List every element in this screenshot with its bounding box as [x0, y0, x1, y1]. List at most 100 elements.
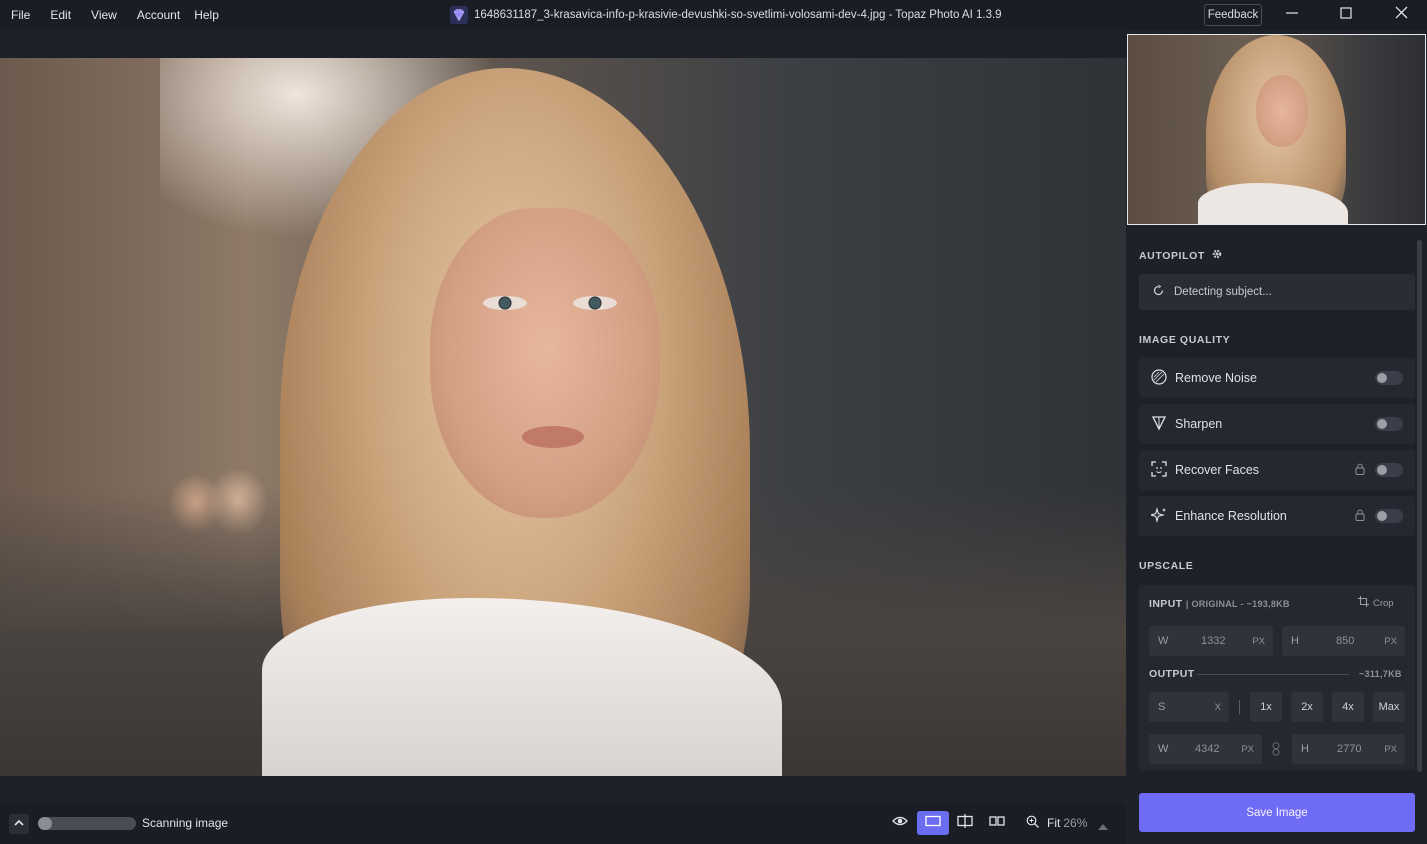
title-bar: File Edit View Account Help 1648631187_3…	[0, 0, 1427, 30]
menu-view[interactable]: View	[91, 8, 117, 22]
topaz-logo-icon	[450, 6, 468, 24]
feature-sharpen[interactable]: Sharpen	[1139, 404, 1415, 444]
window-title-text: 1648631187_3-krasavica-info-p-krasivie-d…	[474, 9, 1002, 21]
feature-label: Sharpen	[1175, 417, 1223, 431]
zoom-menu-caret-icon[interactable]	[1098, 818, 1108, 836]
output-height-value: 2770	[1337, 743, 1362, 755]
preview-photo[interactable]	[0, 58, 1126, 776]
scan-progress-bar	[38, 817, 136, 830]
output-divider	[1197, 674, 1349, 675]
recover-faces-toggle[interactable]	[1375, 463, 1403, 477]
loading-spinner-icon	[1153, 284, 1164, 299]
save-image-button[interactable]: Save Image	[1139, 793, 1415, 832]
preview-toggle-button[interactable]	[884, 811, 916, 835]
feature-enhance-resolution[interactable]: Enhance Resolution	[1139, 496, 1415, 536]
image-quality-title: IMAGE QUALITY	[1139, 334, 1231, 346]
input-width-label: W	[1158, 635, 1169, 647]
thumbnail-face	[1256, 75, 1308, 147]
menu-file[interactable]: File	[11, 8, 30, 22]
navigator-thumbnail[interactable]	[1127, 34, 1426, 225]
zoom-fit-label: Fit	[1047, 816, 1061, 830]
input-header: INPUT | ORIGINAL - ~193,8KB	[1149, 598, 1290, 610]
autopilot-status: Detecting subject...	[1139, 274, 1415, 310]
feature-label: Remove Noise	[1175, 371, 1257, 385]
zoom-percent: 26%	[1063, 816, 1088, 830]
input-original-size: | ORIGINAL - ~193,8KB	[1185, 599, 1290, 609]
split-view-button[interactable]	[949, 811, 981, 835]
input-width-value: 1332	[1201, 635, 1226, 647]
minimize-button[interactable]	[1269, 0, 1315, 30]
close-button[interactable]	[1378, 0, 1424, 30]
scale-separator	[1239, 700, 1240, 714]
autopilot-title: AUTOPILOT	[1139, 249, 1205, 262]
photo-subject-face	[430, 208, 660, 518]
side-by-side-view-button[interactable]	[981, 811, 1013, 835]
scan-progress-fill	[38, 817, 52, 830]
lock-icon	[1355, 509, 1365, 524]
panel-scrollbar[interactable]	[1417, 240, 1422, 772]
output-width-label: W	[1158, 743, 1169, 755]
remove-noise-toggle[interactable]	[1375, 371, 1403, 385]
split-view-icon	[957, 813, 973, 833]
side-by-side-icon	[989, 814, 1005, 832]
feature-label: Enhance Resolution	[1175, 509, 1287, 523]
scale-2x-button[interactable]: 2x	[1291, 692, 1323, 722]
sharpen-toggle[interactable]	[1375, 417, 1403, 431]
scan-status-text: Scanning image	[142, 816, 229, 830]
input-height-value: 850	[1336, 635, 1355, 647]
minimize-icon	[1286, 6, 1298, 24]
input-height-label: H	[1291, 635, 1299, 647]
menu-help[interactable]: Help	[194, 8, 219, 22]
feature-remove-noise[interactable]: Remove Noise	[1139, 358, 1415, 398]
output-size: ~311,7KB	[1359, 669, 1402, 679]
single-view-button[interactable]	[917, 811, 949, 835]
output-width-unit: PX	[1241, 743, 1254, 755]
lock-icon	[1355, 463, 1365, 478]
photo-subject-eye-right	[573, 296, 617, 310]
output-height-field[interactable]: H 2770 PX	[1292, 734, 1405, 764]
feature-label: Recover Faces	[1175, 463, 1260, 477]
scale-4x-button[interactable]: 4x	[1332, 692, 1364, 722]
photo-subject-eye-left	[483, 296, 527, 310]
input-label: INPUT	[1149, 598, 1183, 610]
feature-recover-faces[interactable]: Recover Faces	[1139, 450, 1415, 490]
crop-label: Crop	[1373, 597, 1394, 609]
input-width-field[interactable]: W 1332 PX	[1149, 626, 1273, 656]
crop-icon	[1358, 596, 1369, 610]
input-height-field[interactable]: H 850 PX	[1282, 626, 1405, 656]
enhance-resolution-toggle[interactable]	[1375, 509, 1403, 523]
scale-1x-button[interactable]: 1x	[1250, 692, 1282, 722]
menu-edit[interactable]: Edit	[50, 8, 71, 22]
output-height-label: H	[1301, 743, 1309, 755]
input-height-unit: PX	[1384, 635, 1397, 647]
zoom-control[interactable]: Fit 26%	[1026, 815, 1087, 831]
autopilot-header: AUTOPILOT	[1139, 248, 1223, 263]
aspect-link-icon[interactable]	[1271, 742, 1281, 761]
feedback-button[interactable]: Feedback	[1204, 4, 1262, 26]
output-width-field[interactable]: W 4342 PX	[1149, 734, 1262, 764]
image-canvas[interactable]	[0, 30, 1126, 804]
recover-faces-icon	[1151, 460, 1167, 480]
zoom-icon	[1026, 815, 1039, 831]
remove-noise-icon	[1151, 368, 1167, 388]
scale-unit: X	[1214, 701, 1221, 713]
scale-label: S	[1158, 701, 1166, 713]
input-width-unit: PX	[1252, 635, 1265, 647]
upscale-title: UPSCALE	[1139, 560, 1194, 572]
autopilot-status-text: Detecting subject...	[1174, 286, 1272, 298]
sharpen-icon	[1151, 415, 1167, 434]
output-height-unit: PX	[1384, 743, 1397, 755]
close-icon	[1395, 6, 1408, 24]
expand-panel-button[interactable]	[9, 814, 29, 834]
crop-button[interactable]: Crop	[1358, 596, 1394, 610]
photo-subject-lips	[522, 426, 584, 448]
maximize-button[interactable]	[1323, 0, 1369, 30]
scale-field[interactable]: S X	[1149, 692, 1229, 722]
autopilot-settings-gear-icon[interactable]	[1211, 248, 1223, 263]
output-label: OUTPUT	[1149, 668, 1195, 680]
scale-max-button[interactable]: Max	[1373, 692, 1405, 722]
eye-icon	[892, 814, 908, 832]
menu-account[interactable]: Account	[137, 8, 180, 22]
chevron-up-icon	[14, 815, 24, 833]
maximize-icon	[1340, 6, 1352, 24]
